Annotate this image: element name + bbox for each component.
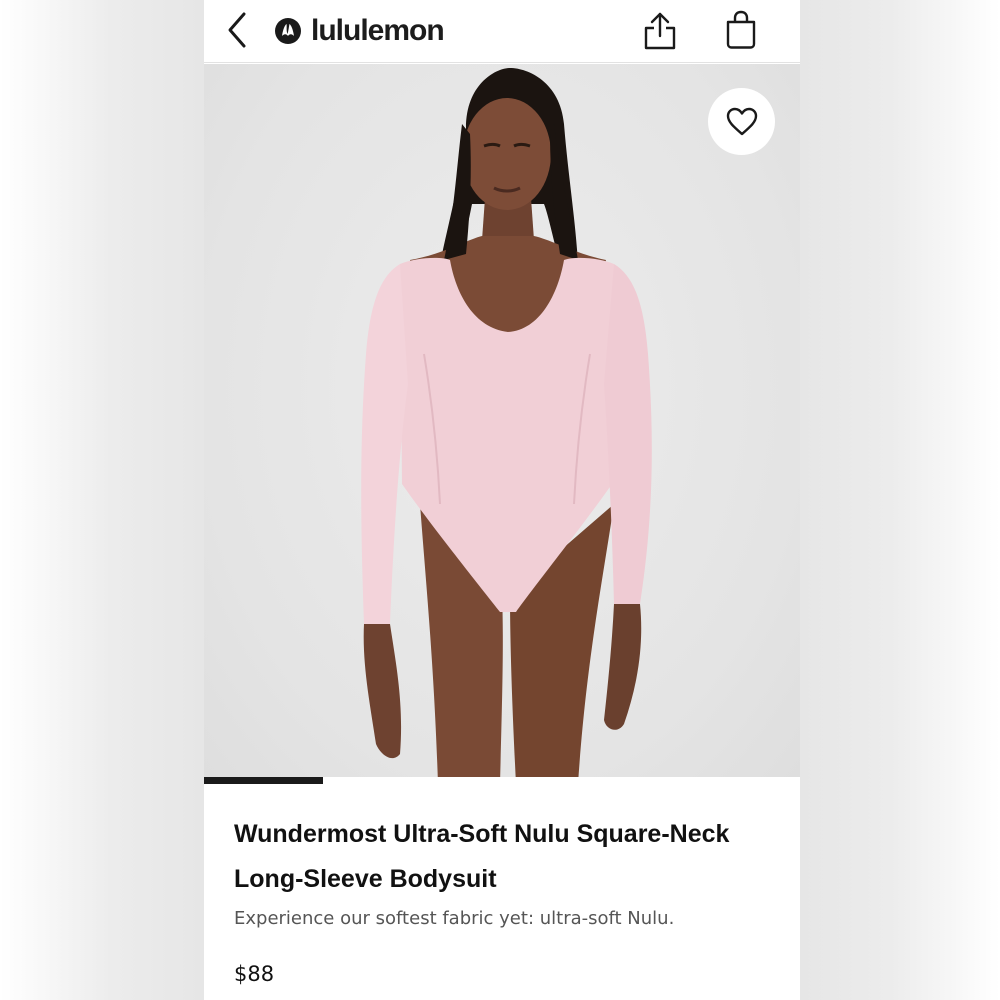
product-image[interactable]	[204, 64, 800, 784]
brand-name: lululemon	[311, 14, 445, 47]
product-description: Experience our softest fabric yet: ultra…	[234, 908, 675, 929]
share-icon	[644, 12, 676, 50]
model-photo	[361, 68, 652, 784]
shopping-bag-button[interactable]	[721, 8, 761, 52]
lululemon-logo-icon	[275, 18, 301, 44]
share-button[interactable]	[640, 8, 680, 52]
image-carousel-progress	[204, 777, 800, 784]
back-button[interactable]	[222, 10, 256, 50]
heart-icon	[726, 107, 757, 135]
carousel-progress-fill	[204, 777, 324, 784]
product-page: lululemon Wundermost Ultra-Soft Nulu Squ…	[204, 0, 800, 1000]
product-price: $88	[234, 962, 275, 986]
brand-logo[interactable]: lululemon	[274, 13, 445, 49]
chevron-left-icon	[228, 12, 246, 48]
backdrop-left	[0, 0, 204, 1000]
backdrop-right	[800, 0, 1000, 1000]
top-bar: lululemon	[204, 0, 800, 63]
shopping-bag-icon	[726, 10, 756, 49]
product-title: Wundermost Ultra-Soft Nulu Square-Neck L…	[234, 820, 730, 893]
favorite-button[interactable]	[708, 88, 775, 155]
